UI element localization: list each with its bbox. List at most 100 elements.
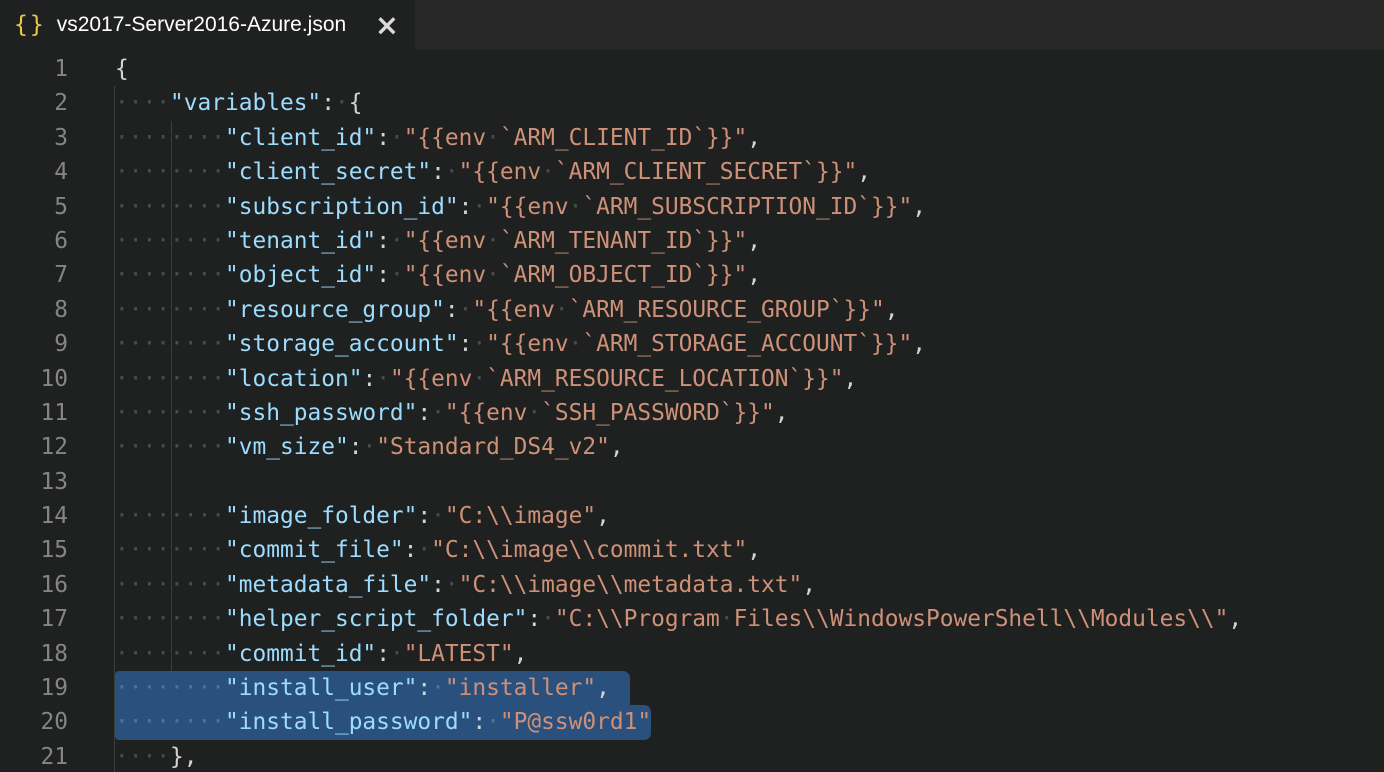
code-line-content[interactable]: ········"install_user":·"installer", (115, 671, 1384, 705)
code-line-content[interactable]: ········"resource_group":·"{{env·`ARM_RE… (115, 293, 1384, 327)
line-number[interactable]: 6 (0, 224, 115, 258)
line-number[interactable]: 17 (0, 602, 115, 636)
whitespace-dot: · (170, 434, 184, 460)
code-token: "{{env·`SSH_PASSWORD`}}" (445, 400, 775, 426)
line-number[interactable]: 10 (0, 362, 115, 396)
code-token: , (747, 537, 761, 563)
code-line-content[interactable]: ········"object_id":·"{{env·`ARM_OBJECT_… (115, 258, 1384, 292)
line-number[interactable]: 20 (0, 705, 115, 739)
line-number[interactable]: 4 (0, 155, 115, 189)
code-line-content[interactable]: ········"subscription_id":·"{{env·`ARM_S… (115, 190, 1384, 224)
line-number[interactable]: 12 (0, 430, 115, 464)
line-number[interactable]: 19 (0, 671, 115, 705)
code-line-content[interactable]: ········"vm_size":·"Standard_DS4_v2", (115, 430, 1384, 464)
whitespace-dot: · (156, 331, 170, 357)
code-line-content[interactable]: ········"commit_file":·"C:\\image\\commi… (115, 533, 1384, 567)
line-number[interactable]: 7 (0, 258, 115, 292)
code-token: :· (445, 297, 473, 323)
whitespace-dot: · (170, 572, 184, 598)
code-token: ···· (115, 744, 170, 770)
code-line-content[interactable]: { (115, 52, 1384, 86)
code-token: , (747, 228, 761, 254)
code-token: , (775, 400, 789, 426)
whitespace-dot: · (184, 194, 198, 220)
code-line: 8········"resource_group":·"{{env·`ARM_R… (0, 293, 1384, 327)
whitespace-dot: · (143, 90, 157, 116)
code-token: "resource_group" (225, 297, 445, 323)
code-line-content[interactable]: ········"image_folder":·"C:\\image", (115, 499, 1384, 533)
line-number[interactable]: 11 (0, 396, 115, 430)
line-number[interactable]: 5 (0, 190, 115, 224)
code-token: :· (376, 641, 404, 667)
code-line-content[interactable]: ········"client_secret":·"{{env·`ARM_CLI… (115, 155, 1384, 189)
code-line-content[interactable]: ········"commit_id":·"LATEST", (115, 637, 1384, 671)
whitespace-dot: · (143, 434, 157, 460)
code-editor[interactable]: 1{2····"variables":·{3········"client_id… (0, 50, 1384, 772)
code-line: 10········"location":·"{{env·`ARM_RESOUR… (0, 362, 1384, 396)
code-token: "subscription_id" (225, 194, 459, 220)
code-line: 1{ (0, 52, 1384, 86)
code-line-content[interactable]: ········"tenant_id":·"{{env·`ARM_TENANT_… (115, 224, 1384, 258)
code-token: }, (170, 744, 198, 770)
line-number[interactable]: 3 (0, 121, 115, 155)
whitespace-dot: · (198, 125, 212, 151)
code-line-content[interactable]: ····}, (115, 740, 1384, 772)
whitespace-dot: · (115, 194, 129, 220)
whitespace-dot: · (115, 331, 129, 357)
whitespace-dot: · (184, 159, 198, 185)
whitespace-dot: · (376, 366, 390, 392)
whitespace-dot: · (115, 434, 129, 460)
whitespace-dot: · (170, 125, 184, 151)
line-number[interactable]: 21 (0, 740, 115, 772)
line-number[interactable]: 16 (0, 568, 115, 602)
code-line-content[interactable]: ········"storage_account":·"{{env·`ARM_S… (115, 327, 1384, 361)
close-icon[interactable]: × (375, 11, 399, 40)
code-line-content[interactable] (115, 465, 1384, 499)
line-number[interactable]: 2 (0, 86, 115, 120)
whitespace-dot: · (156, 90, 170, 116)
code-line-content[interactable]: ········"ssh_password":·"{{env·`SSH_PASS… (115, 396, 1384, 430)
code-line-content[interactable]: ········"helper_script_folder":·"C:\\Pro… (115, 602, 1384, 636)
indent-guide (114, 86, 115, 772)
whitespace-dot: · (198, 503, 212, 529)
code-line-content[interactable]: ········"client_id":·"{{env·`ARM_CLIENT_… (115, 121, 1384, 155)
whitespace-dot: · (143, 366, 157, 392)
whitespace-dot: · (431, 675, 445, 701)
line-number[interactable]: 8 (0, 293, 115, 327)
code-line: 6········"tenant_id":·"{{env·`ARM_TENANT… (0, 224, 1384, 258)
whitespace-dot: · (198, 262, 212, 288)
whitespace-dot: · (115, 572, 129, 598)
line-number[interactable]: 13 (0, 465, 115, 499)
whitespace-dot: · (156, 194, 170, 220)
whitespace-dot: · (156, 709, 170, 735)
code-line-content[interactable]: ········"metadata_file":·"C:\\image\\met… (115, 568, 1384, 602)
code-line: 4········"client_secret":·"{{env·`ARM_CL… (0, 155, 1384, 189)
whitespace-dot: · (211, 297, 225, 323)
code-token: , (747, 125, 761, 151)
code-line-content[interactable]: ····"variables":·{ (115, 86, 1384, 120)
code-token: :· (459, 331, 487, 357)
code-line: 16········"metadata_file":·"C:\\image\\m… (0, 568, 1384, 602)
line-number[interactable]: 9 (0, 327, 115, 361)
code-line-content[interactable]: ········"location":·"{{env·`ARM_RESOURCE… (115, 362, 1384, 396)
code-line-content[interactable]: ········"install_password":·"P@ssw0rd1" (115, 705, 1384, 739)
whitespace-dot: · (541, 159, 555, 185)
line-number[interactable]: 14 (0, 499, 115, 533)
line-number[interactable]: 15 (0, 533, 115, 567)
tab-vs2017-server2016-azure-json[interactable]: {} vs2017-Server2016-Azure.json × (0, 0, 415, 50)
line-number[interactable]: 1 (0, 52, 115, 86)
whitespace-dot: · (211, 366, 225, 392)
code-token: , (514, 641, 528, 667)
whitespace-dot: · (211, 159, 225, 185)
whitespace-dot: · (527, 400, 541, 426)
whitespace-dot: · (115, 90, 129, 116)
code-token: "C:\\image\\metadata.txt" (459, 572, 803, 598)
whitespace-dot: · (129, 262, 143, 288)
whitespace-dot: · (115, 503, 129, 529)
code-token: , (1228, 606, 1242, 632)
whitespace-dot: · (720, 606, 734, 632)
whitespace-dot: · (156, 641, 170, 667)
line-number[interactable]: 18 (0, 637, 115, 671)
code-token: , (802, 572, 816, 598)
whitespace-dot: · (445, 159, 459, 185)
